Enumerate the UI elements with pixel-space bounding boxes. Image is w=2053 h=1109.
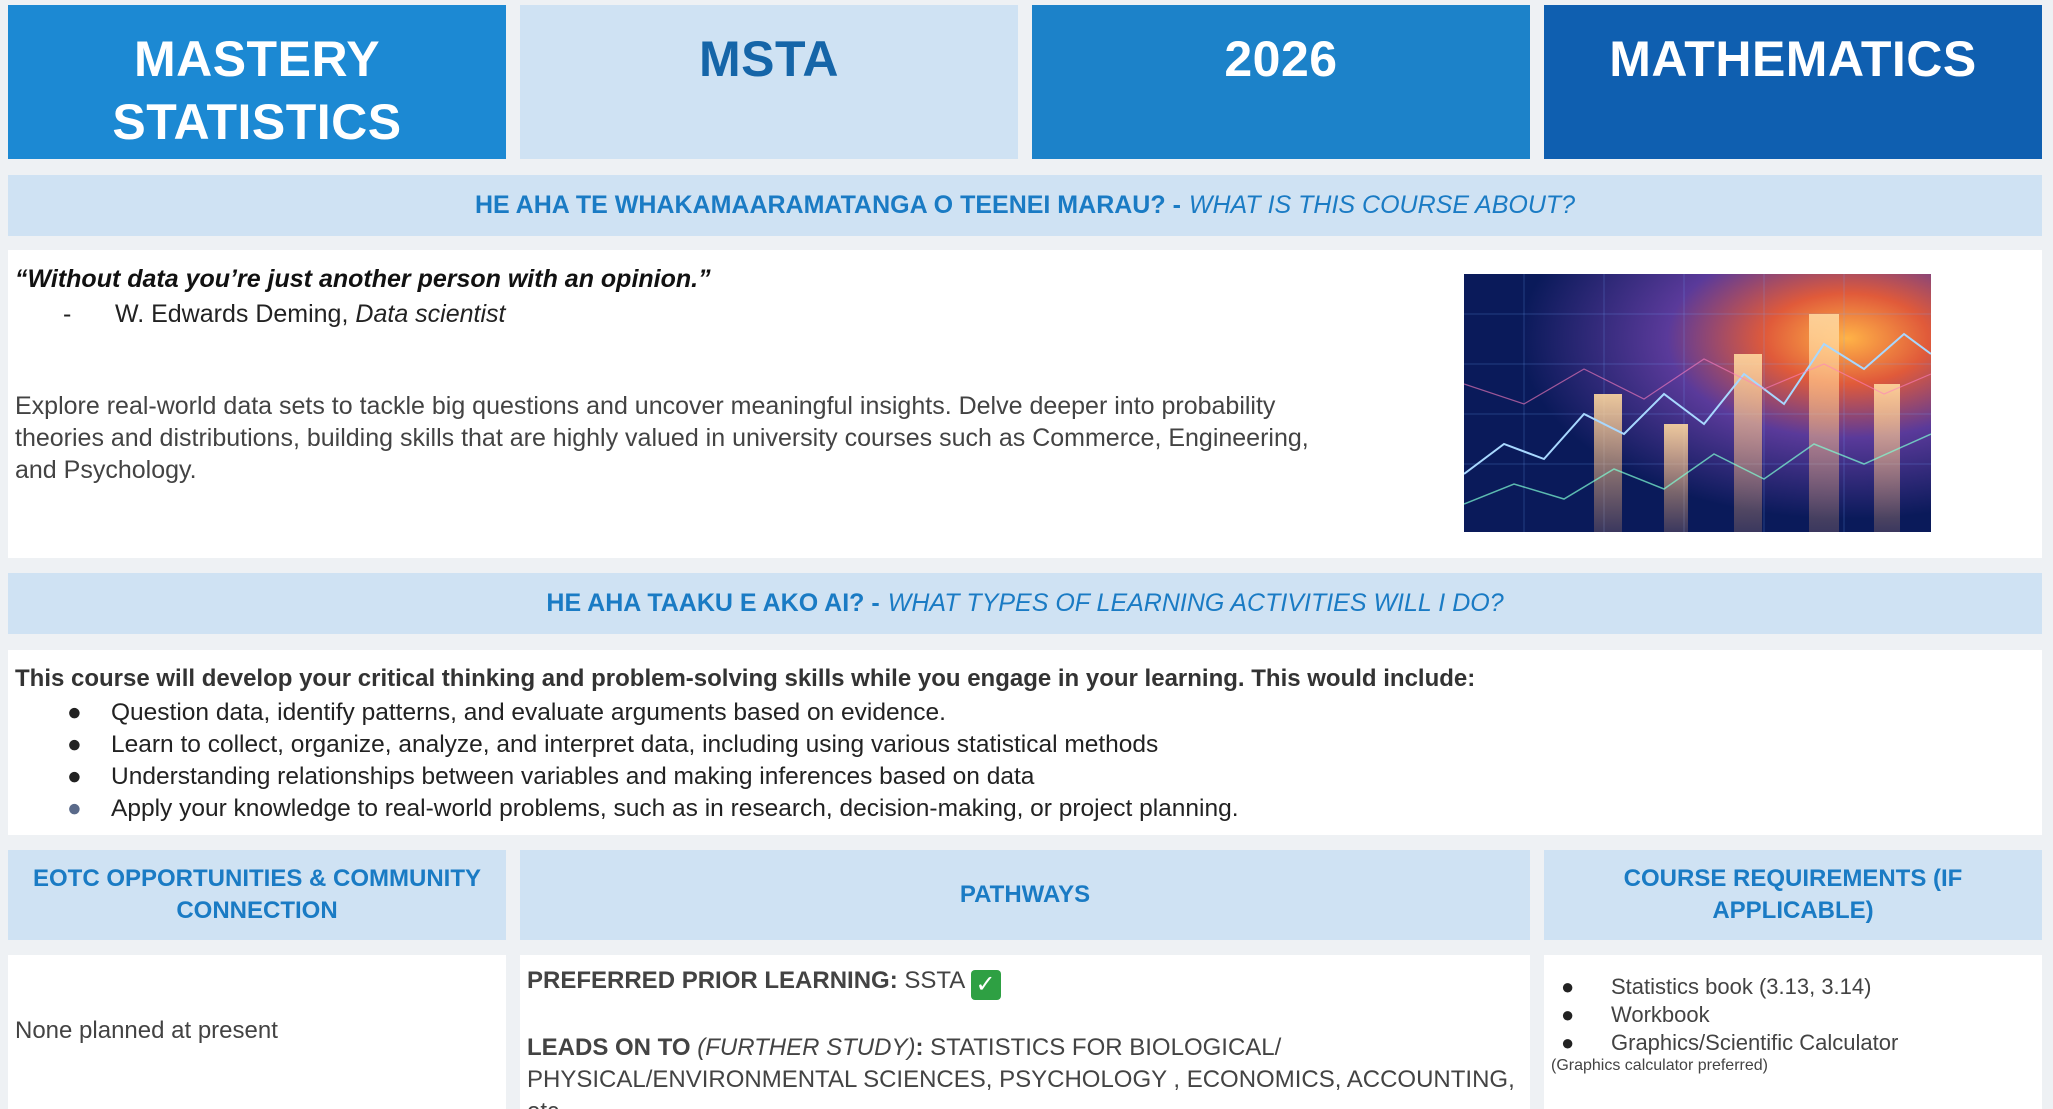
- activities-intro: This course will develop your critical t…: [15, 665, 1476, 692]
- course-subject-box: MATHEMATICS: [1544, 5, 2042, 159]
- requirements-content: ● Statistics book (3.13, 3.14) ● Workbook …: [1544, 955, 2042, 1109]
- pathways-content: PREFERRED PRIOR LEARNING: SSTA ✓ LEADS O…: [520, 955, 1530, 1109]
- requirements-heading-box: COURSE REQUIREMENTS (IF APPLICABLE): [1544, 850, 2042, 940]
- leads-on-to: LEADS ON TO (FURTHER STUDY): STATISTICS …: [527, 1032, 1527, 1109]
- course-year: 2026: [1224, 31, 1338, 87]
- list-item: ● Workbook: [1561, 1002, 1710, 1027]
- activities-heading-english: WHAT TYPES OF LEARNING ACTIVITIES WILL I…: [887, 589, 1504, 617]
- about-banner: HE AHA TE WHAKAMAARAMATANGA O TEENEI MAR…: [8, 175, 2042, 236]
- financial-chart-image: [1464, 274, 1931, 532]
- leads-line2: PHYSICAL/ENVIRONMENTAL SCIENCES, PSYCHOL…: [527, 1066, 1515, 1109]
- list-item: ● Apply your knowledge to real-world prob…: [67, 795, 1239, 822]
- pathways-heading: PATHWAYS: [959, 881, 1091, 908]
- requirements-list: ● Statistics book (3.13, 3.14) ● Workbook …: [1551, 973, 2031, 1057]
- eotc-body: None planned at present: [15, 1017, 278, 1044]
- course-title: MASTERY STATISTICS: [112, 31, 402, 150]
- list-item: ● Graphics/Scientific Calculator: [1561, 1030, 1899, 1055]
- leads-line1: STATISTICS FOR BIOLOGICAL/: [930, 1034, 1282, 1061]
- about-heading-maori: HE AHA TE WHAKAMAARAMATANGA O TEENEI MAR…: [474, 191, 1181, 219]
- activities-content: This course will develop your critical t…: [8, 650, 2042, 835]
- course-subject: MATHEMATICS: [1609, 31, 1977, 87]
- attribution-name: W. Edwards Deming,: [115, 300, 349, 328]
- prior-value: SSTA: [904, 967, 964, 994]
- requirements-heading: COURSE REQUIREMENTS (IF APPLICABLE): [1623, 865, 1963, 924]
- leads-label: LEADS ON TO: [527, 1034, 691, 1061]
- eotc-content: None planned at present: [8, 955, 506, 1109]
- attribution-dash: -: [63, 300, 72, 328]
- quote-attribution: - W. Edwards Deming, Data scientist: [15, 300, 1315, 329]
- about-content: “Without data you’re just another person…: [8, 250, 2042, 558]
- attribution-role: Data scientist: [355, 300, 506, 328]
- course-year-box: 2026: [1032, 5, 1530, 159]
- list-item: ● Learn to collect, organize, analyze, an…: [67, 731, 1159, 758]
- check-mark-icon: ✓: [970, 970, 1001, 1000]
- course-title-box: MASTERY STATISTICS: [8, 5, 506, 159]
- leads-colon: :: [915, 1034, 924, 1061]
- leads-paren: (FURTHER STUDY): [697, 1034, 916, 1061]
- prior-learning: PREFERRED PRIOR LEARNING: SSTA ✓: [527, 967, 1001, 1000]
- eotc-heading-box: EOTC OPPORTUNITIES & COMMUNITY CONNECTIO…: [8, 850, 506, 940]
- prior-label: PREFERRED PRIOR LEARNING:: [527, 967, 898, 994]
- eotc-heading: EOTC OPPORTUNITIES & COMMUNITY CONNECTIO…: [32, 865, 481, 924]
- activities-banner: HE AHA TAAKU E AKO AI? - WHAT TYPES OF L…: [8, 573, 2042, 634]
- course-code: MSTA: [699, 31, 839, 87]
- about-heading-english: WHAT IS THIS COURSE ABOUT?: [1188, 191, 1576, 219]
- course-code-box: MSTA: [520, 5, 1018, 159]
- list-item: ● Understanding relationships between var…: [67, 763, 1035, 790]
- list-item: ● Question data, identify patterns, and e…: [67, 699, 946, 726]
- chart-photo-svg: [1464, 274, 1931, 532]
- pathways-heading-box: PATHWAYS: [520, 850, 1530, 940]
- activities-list: ● Question data, identify patterns, and e…: [15, 697, 2015, 825]
- list-item: ● Statistics book (3.13, 3.14): [1561, 974, 1872, 999]
- activities-heading-maori: HE AHA TAAKU E AKO AI? -: [546, 589, 880, 617]
- quote-text: “Without data you’re just another person…: [15, 265, 711, 293]
- requirements-note: (Graphics calculator preferred): [1551, 1057, 1768, 1074]
- course-description: Explore real-world data sets to tackle b…: [15, 392, 1309, 484]
